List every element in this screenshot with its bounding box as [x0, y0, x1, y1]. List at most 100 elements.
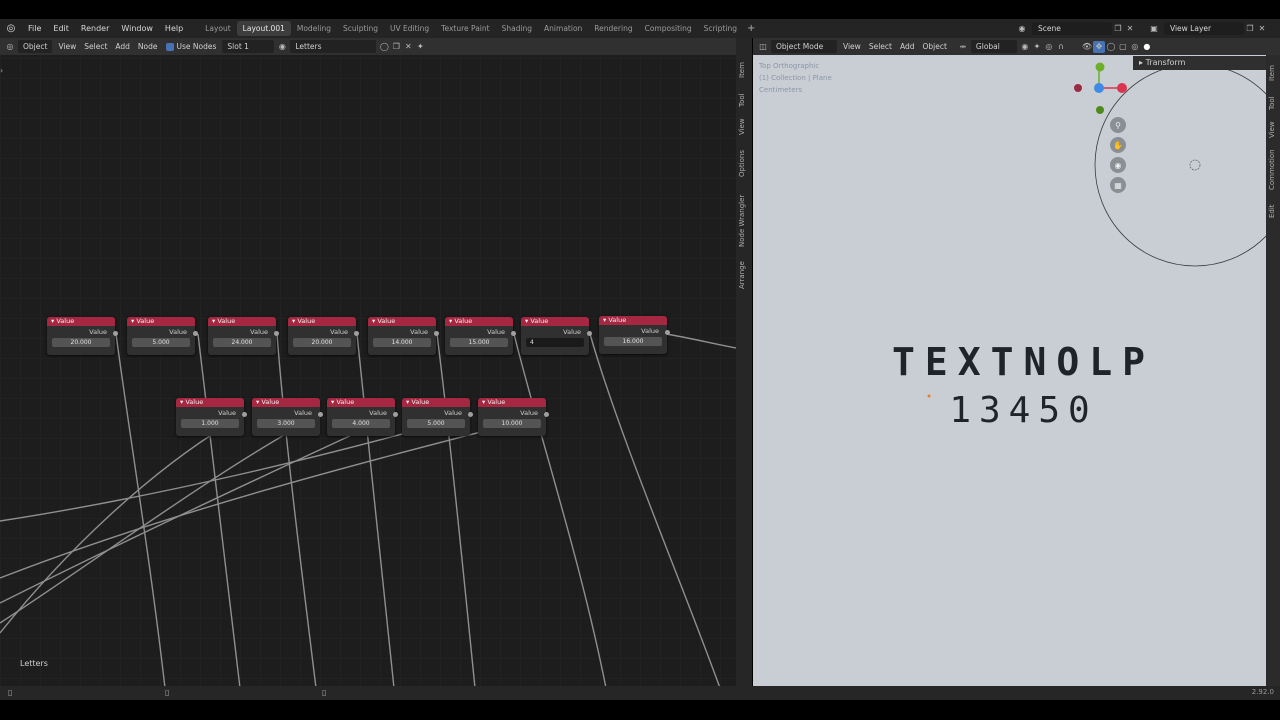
node-value-field[interactable]: 14.000	[373, 338, 431, 347]
workspace-tab-modeling[interactable]: Modeling	[291, 21, 337, 36]
toolbar-expand-icon[interactable]: ›	[0, 66, 3, 75]
view-layer-field[interactable]: View Layer	[1164, 22, 1244, 35]
editor-type-icon[interactable]: ◎	[4, 41, 16, 53]
view-menu[interactable]: View	[54, 40, 80, 53]
node-header[interactable]: ▾ Value	[521, 317, 589, 326]
snap-icon[interactable]: ✦	[1031, 41, 1043, 53]
workspace-tab-rendering[interactable]: Rendering	[588, 21, 638, 36]
value-node[interactable]: ▾ Value Value 3.000	[252, 398, 323, 436]
node-header[interactable]: ▾ Value	[252, 398, 320, 407]
value-node[interactable]: ▾ Value Value 14.000	[368, 317, 439, 355]
scene-field[interactable]: Scene	[1032, 22, 1112, 35]
sidebar-tab-options[interactable]: Options	[738, 150, 746, 177]
output-socket[interactable]	[665, 330, 670, 335]
sidebar-tab-edit[interactable]: Edit	[1268, 204, 1276, 218]
workspace-tab-texture-paint[interactable]: Texture Paint	[435, 21, 495, 36]
node-editor[interactable]: ◎ Object View Select Add Node Use Nodes …	[0, 38, 736, 688]
node-value-field[interactable]: 10.000	[483, 419, 541, 428]
output-socket[interactable]	[468, 412, 473, 417]
use-nodes-toggle[interactable]: Use Nodes	[162, 40, 221, 53]
sidebar-tab-tool[interactable]: Tool	[738, 93, 746, 107]
menu-render[interactable]: Render	[75, 19, 115, 38]
node-header[interactable]: ▾ Value	[47, 317, 115, 326]
object-type-select[interactable]: Object	[18, 40, 53, 53]
node-value-field[interactable]: 20.000	[293, 338, 351, 347]
3d-viewport[interactable]: Top Orthographic (1) Collection | Plane …	[753, 38, 1266, 686]
node-value-field[interactable]: 24.000	[213, 338, 271, 347]
duplicate-icon[interactable]: ❐	[390, 41, 402, 53]
add-workspace-icon[interactable]: +	[743, 23, 759, 34]
output-socket[interactable]	[434, 331, 439, 336]
node-menu[interactable]: Node	[134, 40, 162, 53]
zoom-icon[interactable]: ⚲	[1110, 117, 1126, 133]
node-value-field[interactable]: 15.000	[450, 338, 508, 347]
node-value-field[interactable]: 4	[526, 338, 584, 347]
scene-selector[interactable]: ◉ Scene ❐ ✕	[1016, 21, 1142, 36]
view-layer-selector[interactable]: ▣ View Layer ❐ ✕	[1148, 21, 1278, 36]
transform-panel[interactable]: ▸ Transform	[1133, 56, 1266, 70]
node-header[interactable]: ▾ Value	[176, 398, 244, 407]
pivot-icon[interactable]: ◉	[1019, 41, 1031, 53]
value-node[interactable]: ▾ Value Value 1.000	[176, 398, 247, 436]
value-node[interactable]: ▾ Value Value 24.000	[208, 317, 279, 355]
camera-view-icon[interactable]: ◉	[1110, 157, 1126, 173]
menu-edit[interactable]: Edit	[47, 19, 75, 38]
node-value-field[interactable]: 1.000	[181, 419, 239, 428]
node-value-field[interactable]: 4.000	[332, 419, 390, 428]
new-scene-icon[interactable]: ❐	[1112, 23, 1124, 35]
xray-icon[interactable]: ▢	[1117, 41, 1129, 53]
proportional-edit-icon[interactable]: ◎	[1043, 41, 1055, 53]
pin-icon[interactable]: ✦	[414, 41, 426, 53]
output-socket[interactable]	[318, 412, 323, 417]
wireframe-shading-icon[interactable]: ◎	[1129, 41, 1141, 53]
vp-view-menu[interactable]: View	[839, 40, 865, 53]
workspace-tab-layout[interactable]: Layout	[199, 21, 237, 36]
sidebar-tab-view[interactable]: View	[738, 119, 746, 136]
value-node[interactable]: ▾ Value Value 20.000	[47, 317, 118, 355]
value-node[interactable]: ▾ Value Value 5.000	[127, 317, 198, 355]
value-node[interactable]: ▾ Value Value 5.000	[402, 398, 473, 436]
output-socket[interactable]	[511, 331, 516, 336]
falloff-icon[interactable]: ∩	[1055, 41, 1067, 53]
sidebar-tab-tool[interactable]: Tool	[1268, 96, 1276, 110]
node-header[interactable]: ▾ Value	[208, 317, 276, 326]
node-value-field[interactable]: 5.000	[132, 338, 190, 347]
workspace-tab-animation[interactable]: Animation	[538, 21, 588, 36]
workspace-tab-compositing[interactable]: Compositing	[639, 21, 698, 36]
output-socket[interactable]	[544, 412, 549, 417]
workspace-tab-uv-editing[interactable]: UV Editing	[384, 21, 435, 36]
value-node[interactable]: ▾ Value Value 10.000	[478, 398, 549, 436]
fake-user-icon[interactable]: ◯	[378, 41, 390, 53]
vp-object-menu[interactable]: Object	[918, 40, 950, 53]
slot-select[interactable]: Slot 1	[222, 40, 275, 53]
node-value-field[interactable]: 20.000	[52, 338, 110, 347]
delete-view-layer-icon[interactable]: ✕	[1256, 23, 1268, 35]
node-value-field[interactable]: 16.000	[604, 337, 662, 346]
node-header[interactable]: ▾ Value	[478, 398, 546, 407]
output-socket[interactable]	[242, 412, 247, 417]
output-socket[interactable]	[587, 331, 592, 336]
output-socket[interactable]	[354, 331, 359, 336]
sidebar-tab-arrange[interactable]: Arrange	[738, 261, 746, 289]
value-node[interactable]: ▾ Value Value 16.000	[599, 316, 670, 354]
value-node[interactable]: ▾ Value Value 20.000	[288, 317, 359, 355]
node-header[interactable]: ▾ Value	[327, 398, 395, 407]
viewport-editor-type-icon[interactable]: ◫	[757, 41, 769, 53]
node-value-field[interactable]: 5.000	[407, 419, 465, 428]
select-menu[interactable]: Select	[80, 40, 111, 53]
orientation-select[interactable]: Global	[970, 40, 1017, 53]
node-header[interactable]: ▾ Value	[445, 317, 513, 326]
node-header[interactable]: ▾ Value	[127, 317, 195, 326]
workspace-tab-layout-001[interactable]: Layout.001	[236, 21, 291, 36]
new-view-layer-icon[interactable]: ❐	[1244, 23, 1256, 35]
blender-logo-icon[interactable]: ◎	[0, 19, 22, 38]
value-node[interactable]: ▾ Value Value 4.000	[327, 398, 398, 436]
sidebar-tab-item[interactable]: Item	[738, 62, 746, 78]
pan-hand-icon[interactable]: ✋	[1110, 137, 1126, 153]
sidebar-tab-node-wrangler[interactable]: Node Wrangler	[738, 195, 746, 247]
node-header[interactable]: ▾ Value	[368, 317, 436, 326]
output-socket[interactable]	[113, 331, 118, 336]
workspace-tab-sculpting[interactable]: Sculpting	[337, 21, 384, 36]
mode-select[interactable]: Object Mode	[771, 40, 837, 53]
workspace-tab-scripting[interactable]: Scripting	[698, 21, 743, 36]
